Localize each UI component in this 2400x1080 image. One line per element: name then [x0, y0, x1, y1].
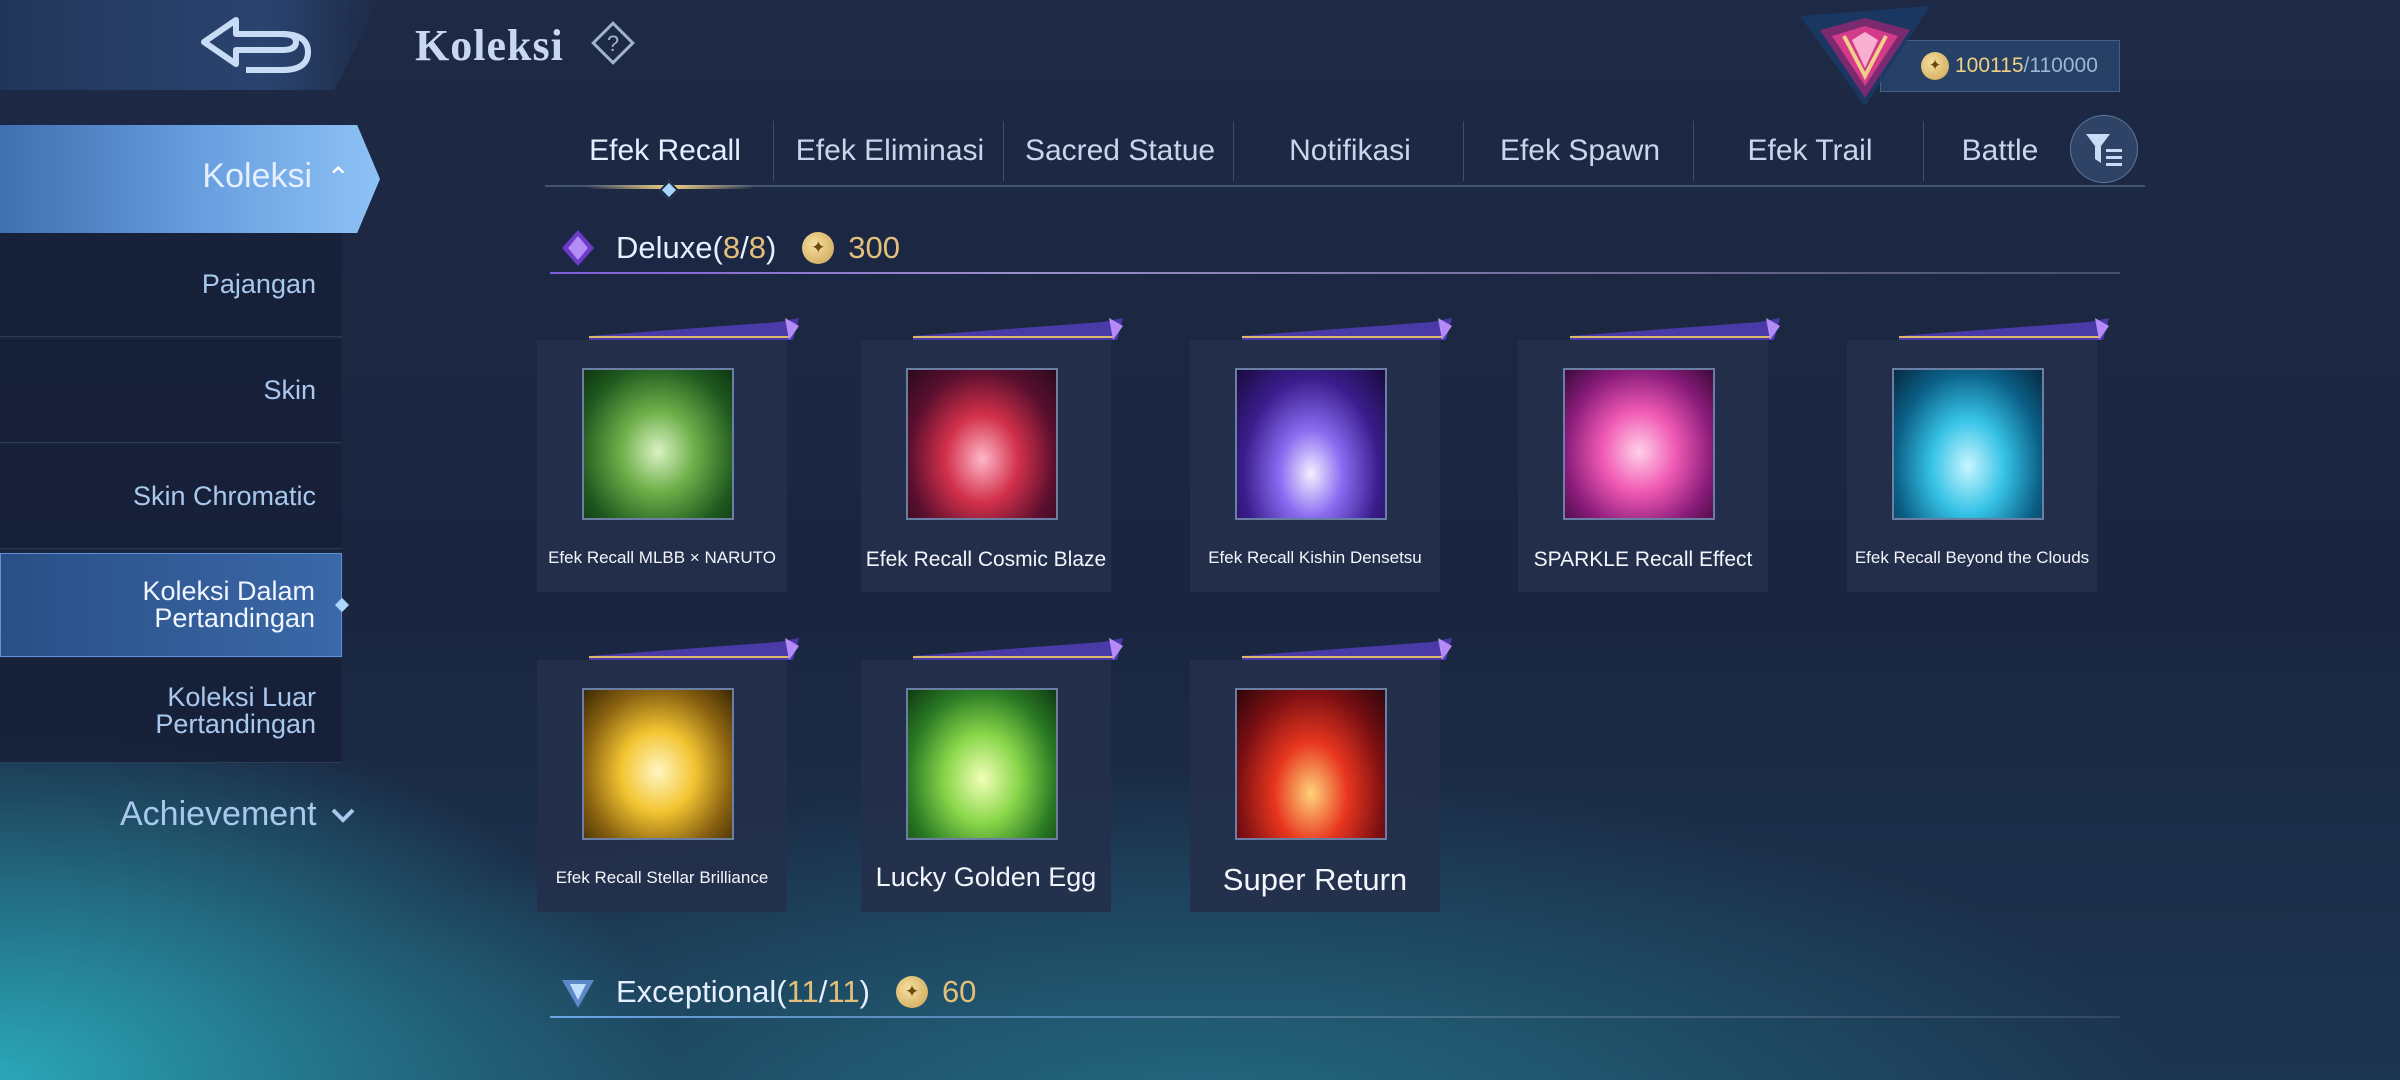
coin-icon — [802, 232, 835, 264]
chevron-down-icon — [331, 808, 354, 823]
collection-card[interactable]: SPARKLE Recall Effect — [1518, 318, 1780, 592]
filter-button[interactable] — [2070, 115, 2138, 183]
tab-efek-recall[interactable]: Efek Recall — [545, 115, 785, 200]
tab-battle[interactable]: Battle — [1925, 115, 2075, 187]
category-tabs: Efek Recall Efek Eliminasi Sacred Statue… — [545, 115, 2145, 200]
sidebar-group-koleksi[interactable]: Koleksi ⌃ — [0, 125, 380, 233]
tab-efek-trail[interactable]: Efek Trail — [1695, 115, 1925, 187]
sidebar-group-achievement[interactable]: Achievement — [120, 795, 355, 834]
sidebar-item-label: Koleksi Dalam Pertandingan — [142, 576, 315, 633]
item-name: Super Return — [1222, 862, 1408, 897]
sidebar-item-label: Skin — [263, 375, 316, 405]
section-owned: 11 — [786, 974, 819, 1009]
section-header-deluxe: Deluxe (8/8) 300 — [550, 218, 2120, 278]
section-price: 60 — [941, 974, 977, 1009]
coin-icon — [895, 976, 928, 1008]
section-divider — [550, 1016, 2120, 1018]
points-max: 110000 — [2029, 54, 2098, 77]
tab-divider — [1003, 121, 1004, 181]
page-title: Koleksi — [415, 21, 564, 70]
filter-icon — [2086, 134, 2122, 166]
help-button[interactable]: ? — [590, 20, 636, 66]
svg-text:?: ? — [607, 31, 619, 56]
tab-efek-eliminasi[interactable]: Efek Eliminasi — [775, 115, 1005, 187]
section-total: 11 — [827, 974, 860, 1009]
section-divider — [550, 272, 2120, 274]
item-name: Efek Recall Stellar Brilliance — [555, 868, 769, 887]
item-thumbnail — [582, 368, 734, 520]
deluxe-ribbon-icon — [913, 318, 1123, 340]
item-name: Efek Recall Cosmic Blaze — [865, 548, 1107, 571]
sidebar-item-label: Pajangan — [201, 269, 316, 299]
item-thumbnail — [906, 368, 1058, 520]
collection-card[interactable]: Efek Recall Kishin Densetsu — [1190, 318, 1452, 592]
deluxe-ribbon-icon — [1570, 318, 1780, 340]
tab-divider — [773, 121, 774, 181]
collection-card[interactable]: Super Return — [1190, 638, 1452, 912]
section-name: Deluxe — [616, 230, 713, 265]
sidebar-group-label: Koleksi — [202, 157, 312, 195]
collection-card[interactable]: Efek Recall Cosmic Blaze — [861, 318, 1123, 592]
tab-divider — [1233, 121, 1234, 181]
deluxe-ribbon-icon — [913, 638, 1123, 660]
deluxe-ribbon-icon — [1242, 318, 1452, 340]
sidebar-item-label: Koleksi Luar Pertandingan — [155, 681, 316, 739]
tab-divider — [1693, 121, 1694, 181]
deluxe-ribbon-icon — [1899, 318, 2109, 340]
deluxe-ribbon-icon — [589, 638, 799, 660]
points-current: 100115 — [1955, 54, 2024, 77]
tab-divider — [1463, 121, 1464, 181]
section-price: 300 — [848, 230, 901, 265]
item-thumbnail — [582, 688, 734, 840]
tab-efek-spawn[interactable]: Efek Spawn — [1465, 115, 1695, 187]
item-name: Efek Recall MLBB × NARUTO — [548, 548, 776, 567]
sidebar-item-pajangan[interactable]: Pajangan — [0, 233, 342, 337]
tab-sacred-statue[interactable]: Sacred Statue — [1005, 115, 1235, 187]
section-owned: 8 — [722, 230, 741, 265]
collection-card[interactable]: Lucky Golden Egg — [861, 638, 1123, 912]
item-thumbnail — [1892, 368, 2044, 520]
collection-card[interactable]: Efek Recall Stellar Brilliance — [537, 638, 799, 912]
item-thumbnail — [906, 688, 1058, 840]
active-tab-pip — [659, 180, 679, 200]
collection-card[interactable]: Efek Recall MLBB × NARUTO — [537, 318, 799, 592]
tab-notifikasi[interactable]: Notifikasi — [1235, 115, 1465, 187]
section-total: 8 — [748, 230, 766, 265]
achievement-label: Achievement — [120, 795, 317, 833]
tab-divider — [1923, 121, 1924, 181]
sidebar-item-label: Skin Chromatic — [132, 481, 316, 511]
sidebar-item-skin-chromatic[interactable]: Skin Chromatic — [0, 445, 342, 549]
item-thumbnail — [1563, 368, 1715, 520]
deluxe-ribbon-icon — [589, 318, 799, 340]
item-name: Efek Recall Beyond the Clouds — [1854, 548, 2090, 567]
help-icon: ? — [591, 21, 635, 65]
section-header-exceptional: Exceptional (11/11) 60 — [550, 962, 2120, 1022]
exceptional-gem-icon — [562, 980, 594, 1008]
deluxe-ribbon-icon — [1242, 638, 1452, 660]
item-thumbnail — [1235, 688, 1387, 840]
back-button[interactable] — [190, 10, 320, 80]
rank-emblem-icon[interactable] — [1800, 6, 1930, 106]
sidebar-item-koleksi-dalam-pertandingan[interactable]: Koleksi Dalam Pertandingan — [0, 553, 342, 657]
item-name: SPARKLE Recall Effect — [1533, 548, 1753, 571]
item-thumbnail — [1235, 368, 1387, 520]
item-name: Lucky Golden Egg — [875, 862, 1097, 892]
deluxe-gem-icon — [562, 230, 594, 266]
back-arrow-icon — [201, 17, 312, 73]
chevron-up-icon: ⌃ — [326, 162, 350, 193]
collection-card[interactable]: Efek Recall Beyond the Clouds — [1847, 318, 2109, 592]
section-name: Exceptional — [616, 974, 777, 1009]
item-name: Efek Recall Kishin Densetsu — [1208, 548, 1422, 567]
sidebar-item-skin[interactable]: Skin — [0, 339, 342, 443]
sidebar-item-koleksi-luar-pertandingan[interactable]: Koleksi Luar Pertandingan — [0, 659, 342, 763]
